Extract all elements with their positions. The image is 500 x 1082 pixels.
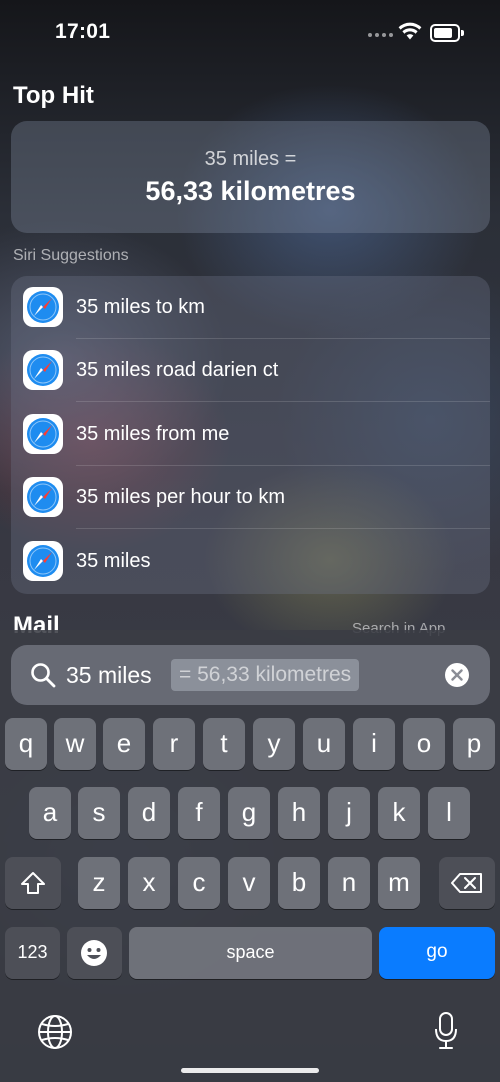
key-q[interactable]: q: [5, 718, 47, 770]
close-icon: [451, 669, 463, 681]
clear-search-button[interactable]: [445, 663, 469, 687]
top-hit-conversion-card[interactable]: 35 miles = 56,33 kilometres: [11, 121, 490, 233]
key-e[interactable]: e: [103, 718, 145, 770]
key-x[interactable]: x: [128, 857, 170, 909]
microphone-icon[interactable]: [434, 1012, 458, 1050]
globe-icon[interactable]: [37, 1014, 73, 1050]
backspace-key[interactable]: [439, 857, 495, 909]
siri-suggestions-list: 35 miles to km 35 miles road darien ct 3…: [11, 276, 490, 594]
numbers-key[interactable]: 123: [5, 927, 60, 979]
suggestion-item[interactable]: 35 miles: [11, 530, 490, 593]
suggestion-item[interactable]: 35 miles per hour to km: [11, 466, 490, 529]
key-j[interactable]: j: [328, 787, 370, 839]
space-key[interactable]: space: [129, 927, 372, 979]
backspace-icon: [451, 873, 482, 893]
key-p[interactable]: p: [453, 718, 495, 770]
suggestion-item[interactable]: 35 miles to km: [11, 276, 490, 339]
search-autocomplete-suggestion[interactable]: = 56,33 kilometres: [171, 659, 360, 691]
search-field[interactable]: 35 miles = 56,33 kilometres: [11, 645, 490, 705]
suggestion-label: 35 miles to km: [76, 296, 205, 318]
key-o[interactable]: o: [403, 718, 445, 770]
top-hit-heading: Top Hit: [13, 82, 94, 109]
key-b[interactable]: b: [278, 857, 320, 909]
shift-icon: [21, 872, 45, 894]
suggestion-item[interactable]: 35 miles road darien ct: [11, 339, 490, 402]
suggestion-item[interactable]: 35 miles from me: [11, 403, 490, 466]
divider: [76, 401, 490, 402]
key-r[interactable]: r: [153, 718, 195, 770]
suggestion-label: 35 miles: [76, 550, 151, 572]
key-h[interactable]: h: [278, 787, 320, 839]
key-m[interactable]: m: [378, 857, 420, 909]
signal-icon: [368, 33, 393, 37]
battery-icon: [430, 24, 464, 42]
key-s[interactable]: s: [78, 787, 120, 839]
key-g[interactable]: g: [228, 787, 270, 839]
safari-icon: [23, 477, 63, 517]
divider: [76, 528, 490, 529]
key-f[interactable]: f: [178, 787, 220, 839]
shift-key[interactable]: [5, 857, 61, 909]
search-query-text[interactable]: 35 miles: [66, 662, 152, 689]
suggestion-label: 35 miles from me: [76, 423, 230, 445]
key-i[interactable]: i: [353, 718, 395, 770]
status-bar: 17:01: [0, 0, 500, 70]
safari-icon: [23, 541, 63, 581]
key-w[interactable]: w: [54, 718, 96, 770]
go-key[interactable]: go: [379, 927, 495, 979]
key-u[interactable]: u: [303, 718, 345, 770]
key-l[interactable]: l: [428, 787, 470, 839]
key-k[interactable]: k: [378, 787, 420, 839]
conversion-result: 56,33 kilometres: [145, 176, 356, 206]
search-icon: [31, 663, 56, 688]
conversion-equation: 35 miles =: [204, 148, 297, 170]
suggestion-label: 35 miles road darien ct: [76, 359, 279, 381]
key-d[interactable]: d: [128, 787, 170, 839]
key-t[interactable]: t: [203, 718, 245, 770]
emoji-key[interactable]: [67, 927, 122, 979]
key-y[interactable]: y: [253, 718, 295, 770]
key-a[interactable]: a: [29, 787, 71, 839]
safari-icon: [23, 414, 63, 454]
status-time: 17:01: [55, 20, 111, 43]
safari-icon: [23, 287, 63, 327]
safari-icon: [23, 350, 63, 390]
key-z[interactable]: z: [78, 857, 120, 909]
emoji-icon: [81, 940, 107, 966]
suggestion-label: 35 miles per hour to km: [76, 486, 285, 508]
key-c[interactable]: c: [178, 857, 220, 909]
wifi-icon: [398, 22, 422, 40]
key-n[interactable]: n: [328, 857, 370, 909]
home-indicator[interactable]: [181, 1068, 319, 1073]
key-v[interactable]: v: [228, 857, 270, 909]
siri-suggestions-heading: Siri Suggestions: [13, 247, 129, 264]
